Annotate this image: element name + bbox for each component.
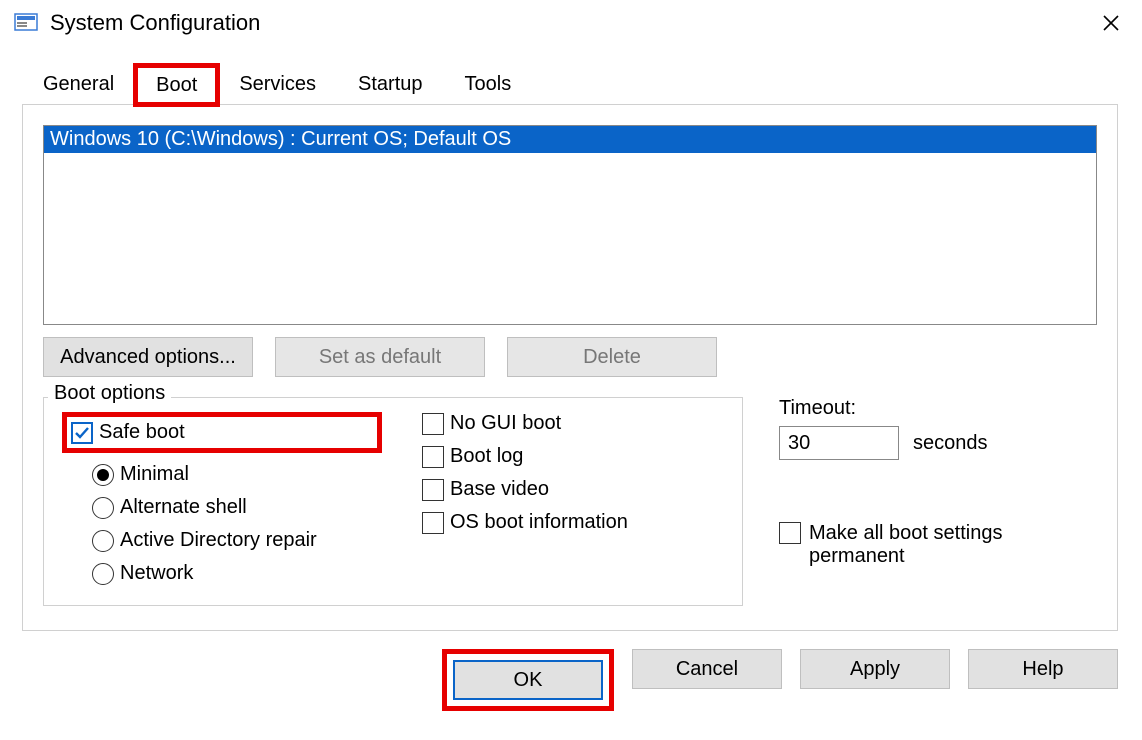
close-button[interactable] <box>1088 0 1134 46</box>
os-boot-info-label: OS boot information <box>450 511 628 534</box>
radio-altshell-label: Alternate shell <box>120 496 247 519</box>
boot-entry-buttons: Advanced options... Set as default Delet… <box>43 337 1097 377</box>
timeout-column: Timeout: seconds Make all boot settings … <box>779 397 1097 606</box>
checkbox-icon <box>71 422 93 444</box>
checkbox-icon <box>422 512 444 534</box>
timeout-input[interactable] <box>779 426 899 460</box>
os-boot-information-checkbox[interactable]: OS boot information <box>422 511 724 534</box>
delete-button: Delete <box>507 337 717 377</box>
tab-startup[interactable]: Startup <box>337 64 443 104</box>
boot-log-checkbox[interactable]: Boot log <box>422 445 724 468</box>
radio-active-directory-repair[interactable]: Active Directory repair <box>92 529 382 552</box>
radio-minimal[interactable]: Minimal <box>92 463 382 486</box>
advanced-options-button[interactable]: Advanced options... <box>43 337 253 377</box>
boot-entry-selected[interactable]: Windows 10 (C:\Windows) : Current OS; De… <box>44 126 1096 153</box>
help-button[interactable]: Help <box>968 649 1118 689</box>
boot-log-label: Boot log <box>450 445 523 468</box>
radio-icon <box>92 530 114 552</box>
dialog-button-row: OK Cancel Apply Help <box>0 631 1142 711</box>
radio-alternate-shell[interactable]: Alternate shell <box>92 496 382 519</box>
cancel-button[interactable]: Cancel <box>632 649 782 689</box>
make-permanent-checkbox[interactable]: Make all boot settings permanent <box>779 522 1097 568</box>
boot-options-legend: Boot options <box>48 382 171 405</box>
ok-button[interactable]: OK <box>453 660 603 700</box>
ok-highlight: OK <box>442 649 614 711</box>
apply-button[interactable]: Apply <box>800 649 950 689</box>
radio-icon <box>92 563 114 585</box>
checkbox-icon <box>422 479 444 501</box>
titlebar: System Configuration <box>0 0 1142 46</box>
base-video-checkbox[interactable]: Base video <box>422 478 724 501</box>
radio-network[interactable]: Network <box>92 562 382 585</box>
safe-boot-label: Safe boot <box>99 421 185 444</box>
radio-icon <box>92 497 114 519</box>
boot-options-group: Boot options Safe boot <box>43 397 743 606</box>
tab-boot[interactable]: Boot <box>135 65 218 105</box>
base-video-label: Base video <box>450 478 549 501</box>
safe-boot-checkbox[interactable]: Safe boot <box>71 421 185 444</box>
tab-tools[interactable]: Tools <box>444 64 533 104</box>
safe-boot-highlight: Safe boot <box>62 412 382 453</box>
set-as-default-button: Set as default <box>275 337 485 377</box>
radio-network-label: Network <box>120 562 193 585</box>
checkbox-icon <box>779 522 801 544</box>
boot-entries-listbox[interactable]: Windows 10 (C:\Windows) : Current OS; De… <box>43 125 1097 325</box>
lower-grid: Boot options Safe boot <box>43 397 1097 606</box>
tab-services[interactable]: Services <box>218 64 337 104</box>
tab-row: General Boot Services Startup Tools <box>22 64 1118 105</box>
no-gui-boot-checkbox[interactable]: No GUI boot <box>422 412 724 435</box>
checkbox-icon <box>422 413 444 435</box>
tab-general[interactable]: General <box>22 64 135 104</box>
no-gui-boot-label: No GUI boot <box>450 412 561 435</box>
system-configuration-window: System Configuration General Boot Servic… <box>0 0 1142 740</box>
app-icon <box>14 11 38 35</box>
window-title: System Configuration <box>50 10 1088 36</box>
make-permanent-label: Make all boot settings permanent <box>809 522 1002 568</box>
boot-tab-content: Windows 10 (C:\Windows) : Current OS; De… <box>22 105 1118 631</box>
checkbox-icon <box>422 446 444 468</box>
timeout-unit: seconds <box>913 432 988 455</box>
timeout-label: Timeout: <box>779 397 1097 420</box>
radio-icon <box>92 464 114 486</box>
radio-adrepair-label: Active Directory repair <box>120 529 317 552</box>
radio-minimal-label: Minimal <box>120 463 189 486</box>
